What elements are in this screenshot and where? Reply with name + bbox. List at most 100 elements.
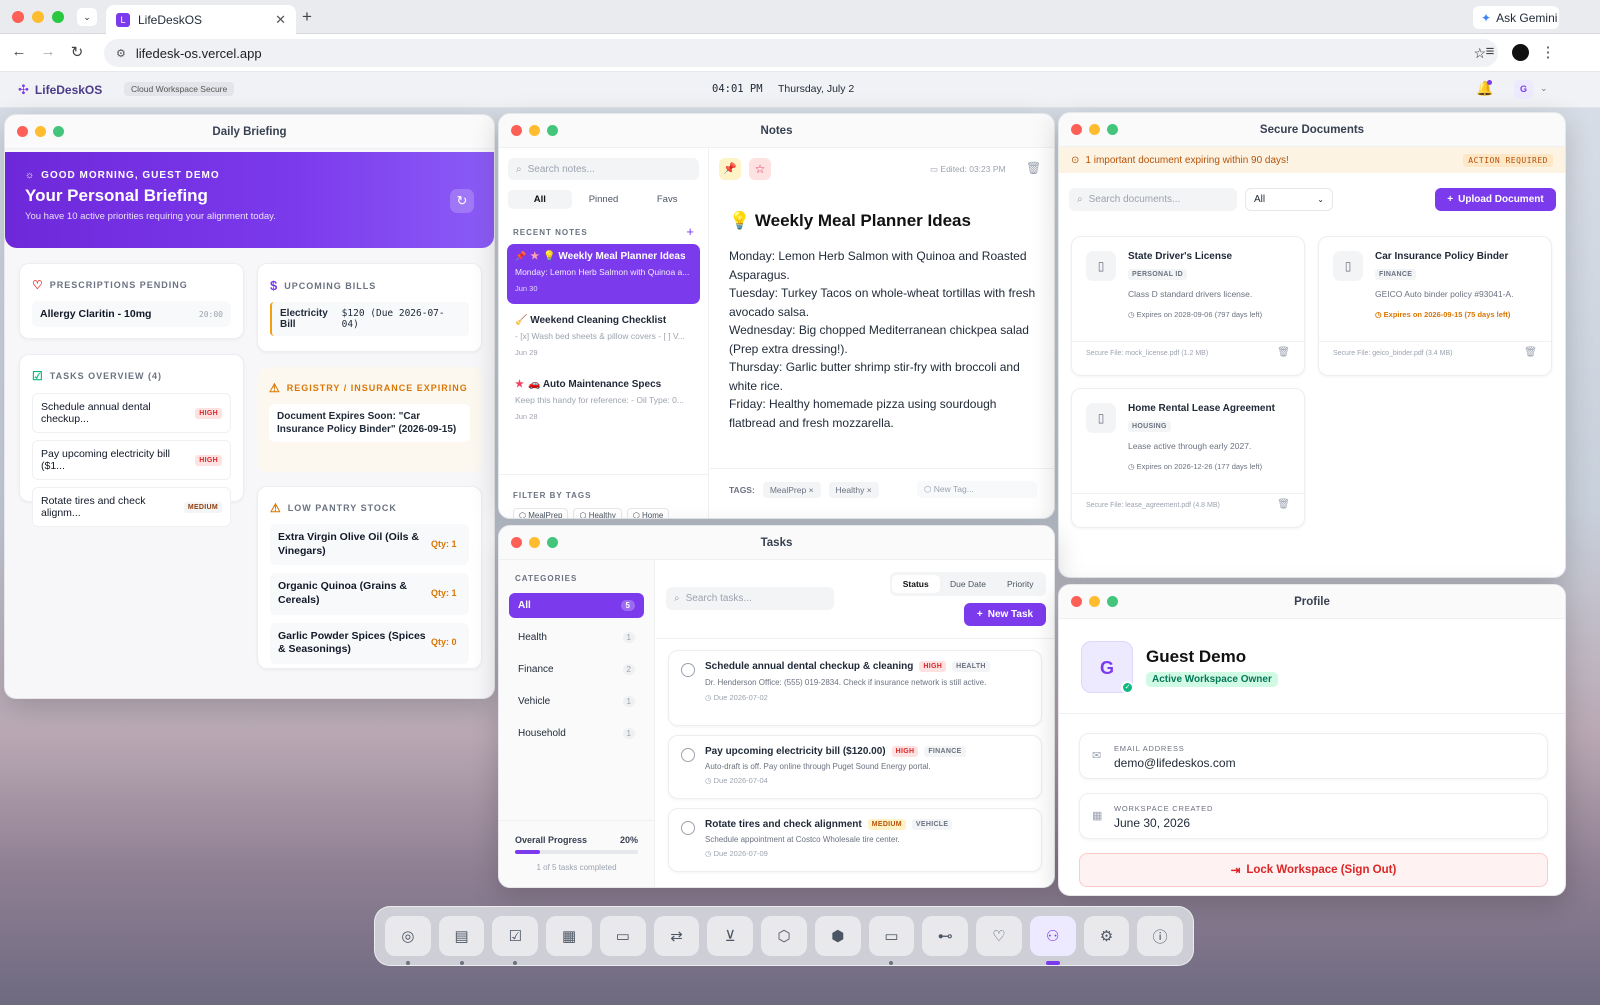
close-window-button[interactable] [511,537,522,548]
document-card[interactable]: ▯ Car Insurance Policy Binder FINANCE GE… [1318,236,1552,376]
note-list-item[interactable]: ★ 🚗 Auto Maintenance Specs Keep this hand… [507,372,700,432]
address-bar[interactable]: ⚙ lifedesk-os.vercel.app ☆ [104,39,1498,67]
window-titlebar[interactable]: Notes [499,114,1054,148]
tab-favs[interactable]: Favs [635,190,699,209]
menu-kebab-icon[interactable]: ⋮ [1538,43,1558,61]
add-note-icon[interactable]: + [686,225,694,238]
maximize-window-button[interactable] [1107,596,1118,607]
category-finance[interactable]: Finance 2 [509,657,644,682]
maximize-window-button[interactable] [52,11,64,23]
documents-filter-select[interactable]: All ⌄ [1245,188,1333,211]
tab-pinned[interactable]: Pinned [572,190,636,209]
user-avatar[interactable]: G [1514,80,1533,99]
registry-item[interactable]: Document Expires Soon: "Car Insurance Po… [269,404,470,442]
tab-all[interactable]: All [508,190,572,209]
documents-search-input[interactable]: ⌕ Search documents... [1069,188,1237,211]
note-tag-chip[interactable]: MealPrep × [762,481,821,498]
dock-notes-icon[interactable]: ▤ [438,916,485,965]
browser-tab[interactable]: L LifeDeskOS ✕ [106,5,296,34]
tab-list-button[interactable]: ⌄ [77,8,97,26]
tag-filter-chip[interactable]: ⬡ Healthy [573,508,622,518]
task-card[interactable]: Pay upcoming electricity bill ($120.00) H… [668,735,1042,799]
dock-card-icon[interactable]: ▭ [599,916,646,956]
app-logo[interactable]: ✣ LifeDeskOS [18,82,102,98]
dock-gear-icon[interactable]: ⚙ [1083,916,1130,956]
document-card[interactable]: ▯ State Driver's License PERSONAL ID Cla… [1071,236,1305,376]
minimize-window-button[interactable] [529,125,540,136]
window-titlebar[interactable]: Secure Documents [1059,113,1565,147]
new-task-button[interactable]: + New Task [964,603,1046,626]
maximize-window-button[interactable] [53,126,64,137]
pantry-item[interactable]: Extra Virgin Olive Oil (Oils & Vinegars)… [270,524,469,566]
dock-car-icon[interactable]: ⊷ [922,916,969,956]
refresh-icon[interactable]: ↻ [450,189,474,213]
pantry-item[interactable]: Organic Quinoa (Grains & Cereals) Qty: 1 [270,573,469,615]
prescription-item[interactable]: Allergy Claritin - 10mg 20:00 [32,301,231,327]
note-list-item[interactable]: 🧹 Weekend Cleaning Checklist - [x] Wash … [507,308,700,368]
reload-icon[interactable]: ↻ [67,43,87,61]
task-card[interactable]: Rotate tires and check alignment MEDIUM VE… [668,808,1042,872]
tag-filter-chip[interactable]: ⬡ MealPrep [513,508,569,518]
document-card[interactable]: ▯ Home Rental Lease Agreement HOUSING Le… [1071,388,1305,528]
forward-icon[interactable]: → [38,43,58,60]
bill-item[interactable]: Electricity Bill $120 (Due 2026-07-04) [270,302,469,336]
new-tab-button[interactable]: + [302,7,312,27]
dock-cart-icon[interactable]: ⊻ [707,916,754,956]
category-vehicle[interactable]: Vehicle 1 [509,689,644,714]
category-household[interactable]: Household 1 [509,721,644,746]
category-all[interactable]: All 5 [509,593,644,618]
note-list-item[interactable]: 📌 ★ 💡 Weekly Meal Planner Ideas Monday: Le… [507,244,700,304]
dock-info-icon[interactable]: ⓘ [1137,916,1184,956]
note-title-field[interactable]: 💡 Weekly Meal Planner Ideas [729,211,971,231]
minimize-window-button[interactable] [32,11,44,23]
close-window-button[interactable] [12,11,24,23]
minimize-window-button[interactable] [529,537,540,548]
sort-priority[interactable]: Priority [997,579,1045,589]
minimize-window-button[interactable] [35,126,46,137]
back-icon[interactable]: ← [9,43,29,60]
dock-folder-icon[interactable]: ▭ [868,916,915,965]
dock-compass-icon[interactable]: ◎ [385,916,431,965]
category-health[interactable]: Health 1 [509,625,644,650]
close-window-button[interactable] [17,126,28,137]
dock-transfer-icon[interactable]: ⇄ [653,916,700,956]
task-checkbox[interactable] [681,748,695,762]
close-window-button[interactable] [1071,596,1082,607]
maximize-window-button[interactable] [1107,124,1118,135]
task-overview-item[interactable]: Rotate tires and check alignm... MEDIUM [32,487,231,527]
site-settings-icon[interactable]: ⚙ [116,47,126,60]
task-checkbox[interactable] [681,821,695,835]
pantry-item[interactable]: Garlic Powder Spices (Spices & Seasoning… [270,622,469,664]
window-titlebar[interactable]: Profile [1059,585,1565,619]
pin-toggle-button[interactable]: 📌 [719,158,741,180]
favorite-toggle-button[interactable]: ☆ [749,158,771,180]
trash-icon[interactable]: 🗑 [1277,499,1290,510]
sort-status[interactable]: Status [892,575,940,593]
tag-filter-chip[interactable]: ⬡ Home [626,508,670,518]
new-tag-input[interactable]: ⬡ New Tag... [917,481,1037,498]
profile-avatar-icon[interactable] [1512,44,1529,61]
chevron-down-icon[interactable]: ⌄ [1540,83,1548,94]
task-overview-item[interactable]: Schedule annual dental checkup... HIGH [32,393,231,433]
trash-icon[interactable]: 🗑 [1277,347,1290,358]
dock-calendar-icon[interactable]: ▦ [546,916,592,956]
dock-user-icon[interactable]: ⚇ [1029,916,1076,965]
minimize-window-button[interactable] [1089,124,1100,135]
trash-icon[interactable]: 🗑 [1026,161,1041,175]
maximize-window-button[interactable] [547,537,558,548]
minimize-window-button[interactable] [1089,596,1100,607]
close-tab-icon[interactable]: ✕ [275,12,286,28]
note-body-field[interactable]: Monday: Lemon Herb Salmon with Quinoa an… [729,247,1041,432]
dock-package-icon[interactable]: ⬢ [814,916,861,956]
window-titlebar[interactable]: Daily Briefing [5,115,494,149]
note-tag-chip[interactable]: Healthy × [828,481,879,498]
sign-out-button[interactable]: ⇥ Lock Workspace (Sign Out) [1079,853,1548,887]
task-checkbox[interactable] [681,663,695,677]
dock-heart-icon[interactable]: ♡ [976,916,1022,956]
notes-search-input[interactable]: ⌕ Search notes... [508,158,699,180]
maximize-window-button[interactable] [547,125,558,136]
trash-icon[interactable]: 🗑 [1524,347,1537,358]
task-card[interactable]: Schedule annual dental checkup & cleanin… [668,650,1042,726]
sort-due-date[interactable]: Due Date [940,579,997,589]
window-titlebar[interactable]: Tasks [499,526,1054,560]
